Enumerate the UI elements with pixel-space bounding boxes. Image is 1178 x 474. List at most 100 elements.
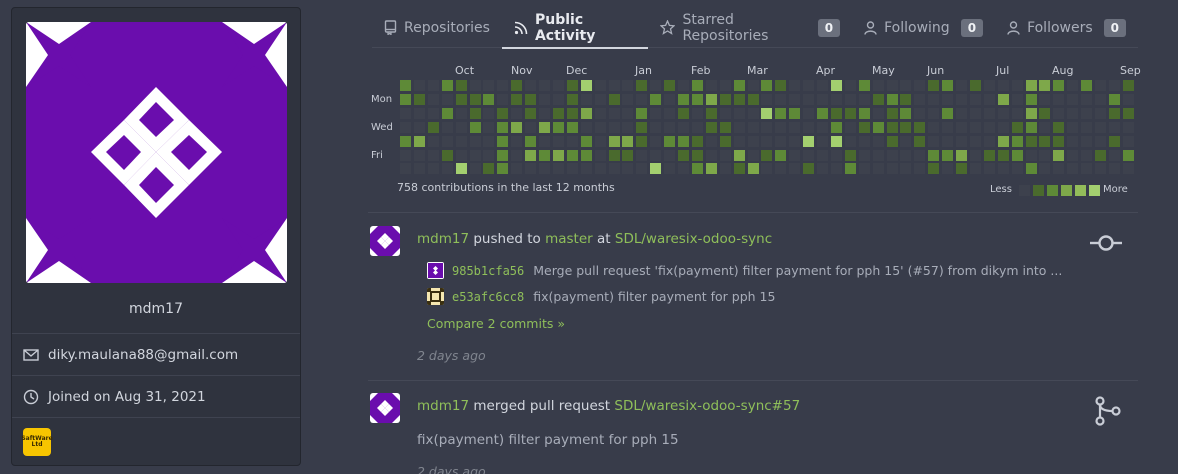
contribution-cell[interactable] [622,149,634,161]
contribution-cell[interactable] [997,121,1009,133]
contribution-cell[interactable] [552,121,564,133]
contribution-cell[interactable] [719,121,731,133]
contribution-cell[interactable] [1067,93,1079,105]
contribution-cell[interactable] [497,121,509,133]
contribution-cell[interactable] [594,121,606,133]
contribution-cell[interactable] [747,149,759,161]
contribution-cell[interactable] [608,135,620,147]
contribution-cell[interactable] [691,93,703,105]
contribution-cell[interactable] [427,107,439,119]
contribution-cell[interactable] [650,93,662,105]
contribution-cell[interactable] [997,135,1009,147]
contribution-cell[interactable] [1067,149,1079,161]
contribution-cell[interactable] [469,93,481,105]
contribution-cell[interactable] [761,163,773,175]
contribution-cell[interactable] [691,149,703,161]
contribution-cell[interactable] [775,121,787,133]
contribution-cell[interactable] [594,163,606,175]
contribution-cell[interactable] [539,93,550,105]
contribution-cell[interactable] [497,163,509,175]
contribution-cell[interactable] [511,163,523,175]
contribution-cell[interactable] [956,80,967,91]
contribution-cell[interactable] [636,80,648,91]
contribution-cell[interactable] [747,121,759,133]
contribution-cell[interactable] [872,135,884,147]
contribution-cell[interactable] [636,163,648,175]
contribution-cell[interactable] [469,121,481,133]
contribution-cell[interactable] [1011,121,1023,133]
contribution-cell[interactable] [622,163,634,175]
contribution-cell[interactable] [1108,80,1120,91]
contribution-cell[interactable] [1095,80,1106,91]
contribution-cell[interactable] [441,80,453,91]
contribution-cell[interactable] [413,121,425,133]
contribution-cell[interactable] [886,149,898,161]
contribution-cell[interactable] [664,149,676,161]
commit-author-avatar[interactable] [427,288,444,305]
contribution-cell[interactable] [483,93,495,105]
contribution-cell[interactable] [650,135,662,147]
commit-sha-link[interactable]: e53afc6cc8 [452,290,524,304]
contribution-cell[interactable] [1081,149,1093,161]
contribution-cell[interactable] [1095,93,1106,105]
contribution-cell[interactable] [844,121,856,133]
contribution-cell[interactable] [844,163,856,175]
contribution-cell[interactable] [705,149,717,161]
contribution-cell[interactable] [1108,121,1120,133]
contribution-cell[interactable] [705,135,717,147]
contribution-cell[interactable] [608,107,620,119]
contribution-cell[interactable] [914,93,926,105]
contribution-cell[interactable] [427,121,439,133]
contribution-cell[interactable] [1039,121,1051,133]
contribution-cell[interactable] [789,107,801,119]
contribution-cell[interactable] [580,135,592,147]
contribution-cell[interactable] [1039,80,1051,91]
contribution-cell[interactable] [844,135,856,147]
contribution-cell[interactable] [997,163,1009,175]
contribution-cell[interactable] [1095,135,1106,147]
contribution-cell[interactable] [1122,80,1134,91]
contribution-cell[interactable] [942,163,954,175]
contribution-cell[interactable] [872,163,884,175]
contribution-cell[interactable] [455,121,467,133]
contribution-cell[interactable] [956,107,967,119]
contribution-cell[interactable] [1011,80,1023,91]
contribution-cell[interactable] [914,107,926,119]
contribution-cell[interactable] [747,135,759,147]
contribution-cell[interactable] [969,93,981,105]
contribution-cell[interactable] [455,163,467,175]
contribution-cell[interactable] [539,80,550,91]
contribution-cell[interactable] [747,163,759,175]
contribution-cell[interactable] [928,135,940,147]
contribution-cell[interactable] [427,149,439,161]
contribution-cell[interactable] [886,163,898,175]
contribution-cell[interactable] [636,93,648,105]
contribution-cell[interactable] [1011,107,1023,119]
contribution-cell[interactable] [844,149,856,161]
contribution-cell[interactable] [483,135,495,147]
contribution-cell[interactable] [483,121,495,133]
contribution-cell[interactable] [817,121,828,133]
contribution-cell[interactable] [678,107,689,119]
contribution-cell[interactable] [400,107,411,119]
contribution-cell[interactable] [886,135,898,147]
contribution-cell[interactable] [1053,93,1065,105]
contribution-cell[interactable] [400,80,411,91]
contribution-cell[interactable] [969,135,981,147]
contribution-cell[interactable] [1053,135,1065,147]
contribution-cell[interactable] [719,135,731,147]
contribution-cell[interactable] [427,135,439,147]
contribution-cell[interactable] [469,149,481,161]
commit-sha-link[interactable]: 985b1cfa56 [452,264,524,278]
contribution-cell[interactable] [789,149,801,161]
contribution-cell[interactable] [539,107,550,119]
contribution-cell[interactable] [580,107,592,119]
contribution-cell[interactable] [775,149,787,161]
contribution-cell[interactable] [1039,107,1051,119]
feed-repo-link[interactable]: SDL/waresix-odoo-sync [615,231,772,247]
contribution-cell[interactable] [525,107,537,119]
contribution-cell[interactable] [761,80,773,91]
contribution-cell[interactable] [858,149,870,161]
contribution-cell[interactable] [775,163,787,175]
contribution-cell[interactable] [1081,107,1093,119]
